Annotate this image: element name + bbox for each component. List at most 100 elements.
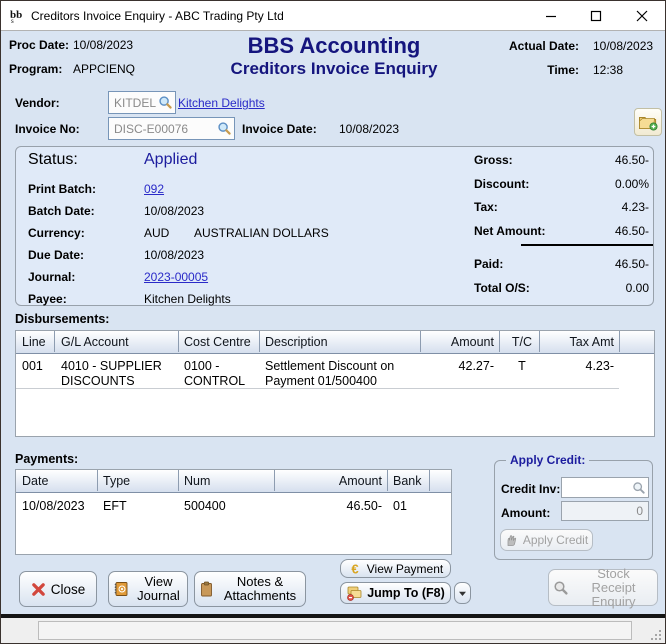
col-tc: T/C [505,335,539,349]
col-bank: Bank [393,474,422,488]
view-journal-label: View Journal [134,575,184,603]
actual-date-value: 10/08/2023 [593,39,653,53]
proc-date-label: Proc Date: [9,38,69,52]
credit-inv-search-icon[interactable] [632,481,646,495]
apply-credit-button[interactable]: Apply Credit [500,529,593,551]
col-tax-amt: Tax Amt [546,335,614,349]
stock-receipt-enquiry-button[interactable]: Stock Receipt Enquiry [548,569,658,606]
proc-date-value: 10/08/2023 [73,38,133,52]
currency-label: Currency: [28,226,85,240]
notes-attachments-label: Notes & Attachments [219,575,301,603]
invoice-no-label: Invoice No: [15,122,80,136]
due-date-label: Due Date: [28,248,84,262]
journal-icon [113,581,129,597]
payee-label: Payee: [28,292,67,306]
disb-amount: 42.27- [356,359,494,374]
jump-to-button[interactable]: Jump To (F8) [340,582,451,604]
discount-value: 0.00% [521,177,649,191]
credit-inv-field[interactable] [562,481,632,495]
total-os-value: 0.00 [521,281,649,295]
minimize-button[interactable] [528,1,573,30]
totals-divider [521,244,653,246]
close-button[interactable]: Close [19,571,97,607]
chevron-down-icon [458,590,467,597]
print-batch-label: Print Batch: [28,182,96,196]
title-bar: bb s Creditors Invoice Enquiry - ABC Tra… [1,1,665,31]
tax-label: Tax: [474,200,498,214]
pay-num-link[interactable]: 500400 [184,499,226,514]
col-pay-amount: Amount [280,474,382,488]
col-date: Date [22,474,48,488]
svg-text:s: s [11,17,14,24]
actual-date-label: Actual Date: [471,39,579,53]
jump-to-label: Jump To (F8) [367,586,445,600]
invoice-no-input[interactable] [108,117,235,140]
app-window: bb s Creditors Invoice Enquiry - ABC Tra… [0,0,666,644]
view-payment-button[interactable]: € View Payment [340,559,451,578]
close-x-icon [31,582,46,597]
credit-inv-label: Credit Inv: [501,482,560,496]
app-logo-icon: bb s [10,7,27,24]
view-payment-label: View Payment [367,562,443,576]
vendor-search-icon[interactable] [158,95,173,110]
close-button-label: Close [51,582,86,597]
vendor-code-field[interactable] [109,96,158,110]
col-num: Num [184,474,210,488]
invoice-search-icon[interactable] [217,121,232,136]
pay-amount: 46.50- [280,499,382,514]
euro-icon: € [348,562,362,576]
vendor-label: Vendor: [15,96,60,110]
disbursements-header: Line G/L Account Cost Centre Description… [16,331,654,354]
screen-title: Creditors Invoice Enquiry [184,59,484,79]
disbursements-section-label: Disbursements: [15,312,109,326]
jump-to-icon [346,585,362,601]
vendor-name-link[interactable]: Kitchen Delights [178,96,265,110]
status-label: Status: [28,151,78,169]
batch-date-label: Batch Date: [28,204,95,218]
apply-amount-input[interactable] [561,501,649,521]
payments-header: Date Type Num Amount Bank [16,470,451,493]
currency-name: AUSTRALIAN DOLLARS [194,226,329,240]
disb-cost-centre: 0100 - CONTROL [184,359,256,389]
invoice-date-label: Invoice Date: [242,122,317,136]
disbursements-table: Line G/L Account Cost Centre Description… [15,330,655,437]
program-value: APPCIENQ [73,62,135,76]
apply-amount-label: Amount: [501,506,550,520]
close-window-button[interactable] [618,1,666,30]
pay-bank: 01 [393,499,407,514]
col-amount: Amount [356,335,494,349]
notes-attachments-button[interactable]: Notes & Attachments [194,571,306,607]
hand-icon [505,534,518,547]
new-document-button[interactable] [634,108,662,136]
folder-add-icon [638,113,658,131]
apply-amount-field[interactable] [562,504,648,518]
jump-to-dropdown-button[interactable] [454,582,471,604]
payee-value: Kitchen Delights [144,292,231,306]
stock-receipt-enquiry-label: Stock Receipt Enquiry [574,567,654,609]
journal-link[interactable]: 2023-00005 [144,270,208,284]
invoice-date-value: 10/08/2023 [339,122,399,136]
col-cost-centre: Cost Centre [184,335,251,349]
apply-credit-button-label: Apply Credit [523,533,588,547]
pay-type: EFT [103,499,127,514]
currency-code: AUD [144,226,169,240]
view-journal-button[interactable]: View Journal [108,571,188,607]
resize-grip[interactable] [650,629,662,641]
disb-tax-amt: 4.23- [546,359,614,374]
gross-label: Gross: [474,153,513,167]
time-value: 12:38 [593,63,623,77]
status-value: Applied [144,151,197,169]
col-line: Line [22,335,46,349]
disb-gl-account-link[interactable]: 4010 - SUPPLIER DISCOUNTS [61,359,176,389]
gross-value: 46.50- [521,153,649,167]
vendor-input[interactable] [108,91,176,114]
maximize-icon [590,10,602,22]
credit-inv-input[interactable] [561,477,649,498]
payments-table: Date Type Num Amount Bank 10/08/2023 EFT… [15,469,452,555]
invoice-no-field[interactable] [109,122,217,136]
maximize-button[interactable] [573,1,618,30]
col-description: Description [265,335,328,349]
paid-label: Paid: [474,257,503,271]
col-gl-account: G/L Account [61,335,129,349]
print-batch-link[interactable]: 092 [144,182,164,196]
